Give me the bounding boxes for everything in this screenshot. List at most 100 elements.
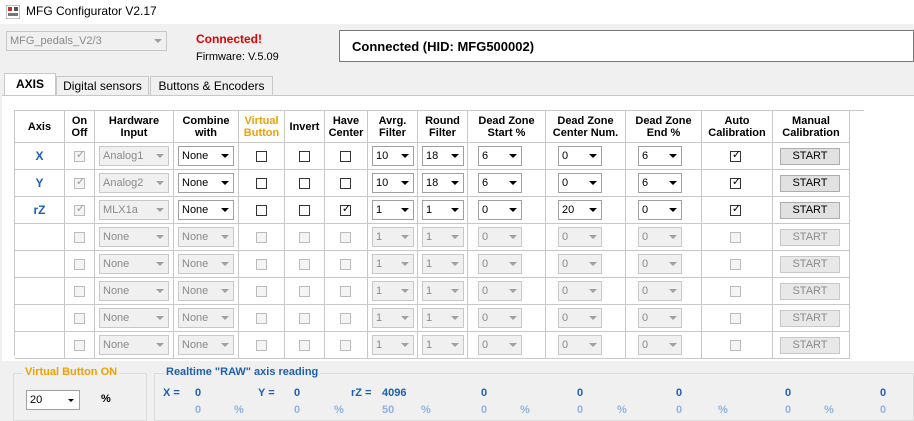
virtual-button-checkbox[interactable] xyxy=(256,178,267,189)
dead-zone-start-select[interactable]: 0 xyxy=(478,335,522,355)
round-filter-select[interactable]: 1 xyxy=(422,335,464,355)
virtual-button-checkbox[interactable] xyxy=(256,259,267,270)
auto-calibration-checkbox[interactable]: ✓ xyxy=(730,149,741,162)
dead-zone-end-select[interactable]: 6 xyxy=(638,173,682,193)
dead-zone-end-select[interactable]: 0 xyxy=(638,254,682,274)
device-select[interactable]: MFG_pedals_V2/3 xyxy=(6,31,167,51)
have-center-checkbox[interactable] xyxy=(340,151,351,162)
avrg-filter-select[interactable]: 10 xyxy=(372,173,414,193)
manual-calibration-start-button[interactable]: START xyxy=(780,283,840,300)
dead-zone-start-select[interactable]: 0 xyxy=(478,281,522,301)
virtual-button-checkbox[interactable] xyxy=(256,151,267,162)
have-center-checkbox[interactable] xyxy=(340,178,351,189)
hardware-input-select[interactable]: None xyxy=(99,308,169,328)
combine-with-select[interactable]: None xyxy=(178,173,234,193)
round-filter-select[interactable]: 1 xyxy=(422,254,464,274)
manual-calibration-start-button[interactable]: START xyxy=(780,229,840,246)
dead-zone-center-select[interactable]: 0 xyxy=(558,335,602,355)
combine-with-select[interactable]: None xyxy=(178,227,234,247)
have-center-checkbox[interactable] xyxy=(340,313,351,324)
virtual-button-checkbox[interactable] xyxy=(256,340,267,351)
virtual-button-threshold-select[interactable]: 20 xyxy=(26,390,80,410)
on-off-checkbox[interactable] xyxy=(74,313,85,324)
manual-calibration-start-button[interactable]: START xyxy=(780,310,840,327)
hardware-input-select[interactable]: Analog2 xyxy=(99,173,169,193)
auto-calibration-checkbox[interactable] xyxy=(730,286,741,297)
avrg-filter-select[interactable]: 1 xyxy=(372,227,414,247)
dead-zone-start-select[interactable]: 0 xyxy=(478,227,522,247)
have-center-checkbox[interactable] xyxy=(340,259,351,270)
avrg-filter-select[interactable]: 10 xyxy=(372,146,414,166)
tab-axis[interactable]: AXIS xyxy=(4,73,56,96)
on-off-checkbox[interactable] xyxy=(74,286,85,297)
on-off-checkbox[interactable] xyxy=(74,232,85,243)
avrg-filter-select[interactable]: 1 xyxy=(372,281,414,301)
dead-zone-end-select[interactable]: 0 xyxy=(638,308,682,328)
on-off-checkbox[interactable] xyxy=(74,340,85,351)
dead-zone-center-select[interactable]: 0 xyxy=(558,146,602,166)
invert-checkbox[interactable] xyxy=(299,178,310,189)
invert-checkbox[interactable] xyxy=(299,286,310,297)
have-center-checkbox[interactable] xyxy=(340,340,351,351)
hardware-input-select[interactable]: None xyxy=(99,281,169,301)
invert-checkbox[interactable] xyxy=(299,313,310,324)
invert-checkbox[interactable] xyxy=(299,151,310,162)
have-center-checkbox[interactable]: ✓ xyxy=(340,203,351,216)
dead-zone-start-select[interactable]: 0 xyxy=(478,200,522,220)
avrg-filter-select[interactable]: 1 xyxy=(372,335,414,355)
dead-zone-end-select[interactable]: 0 xyxy=(638,335,682,355)
hardware-input-select[interactable]: Analog1 xyxy=(99,146,169,166)
auto-calibration-checkbox[interactable] xyxy=(730,313,741,324)
manual-calibration-start-button[interactable]: START xyxy=(780,256,840,273)
invert-checkbox[interactable] xyxy=(299,340,310,351)
on-off-checkbox[interactable]: ✓ xyxy=(74,203,85,216)
dead-zone-center-select[interactable]: 0 xyxy=(558,173,602,193)
avrg-filter-select[interactable]: 1 xyxy=(372,254,414,274)
virtual-button-checkbox[interactable] xyxy=(256,313,267,324)
virtual-button-checkbox[interactable] xyxy=(256,286,267,297)
have-center-checkbox[interactable] xyxy=(340,286,351,297)
dead-zone-start-select[interactable]: 6 xyxy=(478,173,522,193)
combine-with-select[interactable]: None xyxy=(178,281,234,301)
dead-zone-center-select[interactable]: 0 xyxy=(558,254,602,274)
dead-zone-end-select[interactable]: 0 xyxy=(638,200,682,220)
auto-calibration-checkbox[interactable] xyxy=(730,232,741,243)
tab-digital-sensors[interactable]: Digital sensors xyxy=(56,76,149,95)
hardware-input-select[interactable]: None xyxy=(99,335,169,355)
manual-calibration-start-button[interactable]: START xyxy=(780,202,840,219)
auto-calibration-checkbox[interactable] xyxy=(730,340,741,351)
on-off-checkbox[interactable]: ✓ xyxy=(74,149,85,162)
combine-with-select[interactable]: None xyxy=(178,308,234,328)
invert-checkbox[interactable] xyxy=(299,232,310,243)
round-filter-select[interactable]: 1 xyxy=(422,308,464,328)
manual-calibration-start-button[interactable]: START xyxy=(780,337,840,354)
round-filter-select[interactable]: 18 xyxy=(422,173,464,193)
on-off-checkbox[interactable] xyxy=(74,259,85,270)
dead-zone-end-select[interactable]: 0 xyxy=(638,281,682,301)
dead-zone-center-select[interactable]: 0 xyxy=(558,308,602,328)
have-center-checkbox[interactable] xyxy=(340,232,351,243)
dead-zone-center-select[interactable]: 0 xyxy=(558,227,602,247)
auto-calibration-checkbox[interactable] xyxy=(730,259,741,270)
avrg-filter-select[interactable]: 1 xyxy=(372,200,414,220)
dead-zone-end-select[interactable]: 6 xyxy=(638,146,682,166)
manual-calibration-start-button[interactable]: START xyxy=(780,175,840,192)
invert-checkbox[interactable] xyxy=(299,259,310,270)
dead-zone-start-select[interactable]: 6 xyxy=(478,146,522,166)
hardware-input-select[interactable]: None xyxy=(99,227,169,247)
auto-calibration-checkbox[interactable]: ✓ xyxy=(730,176,741,189)
dead-zone-start-select[interactable]: 0 xyxy=(478,254,522,274)
combine-with-select[interactable]: None xyxy=(178,254,234,274)
dead-zone-end-select[interactable]: 0 xyxy=(638,227,682,247)
round-filter-select[interactable]: 1 xyxy=(422,227,464,247)
avrg-filter-select[interactable]: 1 xyxy=(372,308,414,328)
virtual-button-checkbox[interactable] xyxy=(256,205,267,216)
round-filter-select[interactable]: 1 xyxy=(422,281,464,301)
tab-buttons-encoders[interactable]: Buttons & Encoders xyxy=(150,76,273,95)
hardware-input-select[interactable]: MLX1a xyxy=(99,200,169,220)
dead-zone-start-select[interactable]: 0 xyxy=(478,308,522,328)
auto-calibration-checkbox[interactable]: ✓ xyxy=(730,203,741,216)
hardware-input-select[interactable]: None xyxy=(99,254,169,274)
dead-zone-center-select[interactable]: 20 xyxy=(558,200,602,220)
combine-with-select[interactable]: None xyxy=(178,335,234,355)
